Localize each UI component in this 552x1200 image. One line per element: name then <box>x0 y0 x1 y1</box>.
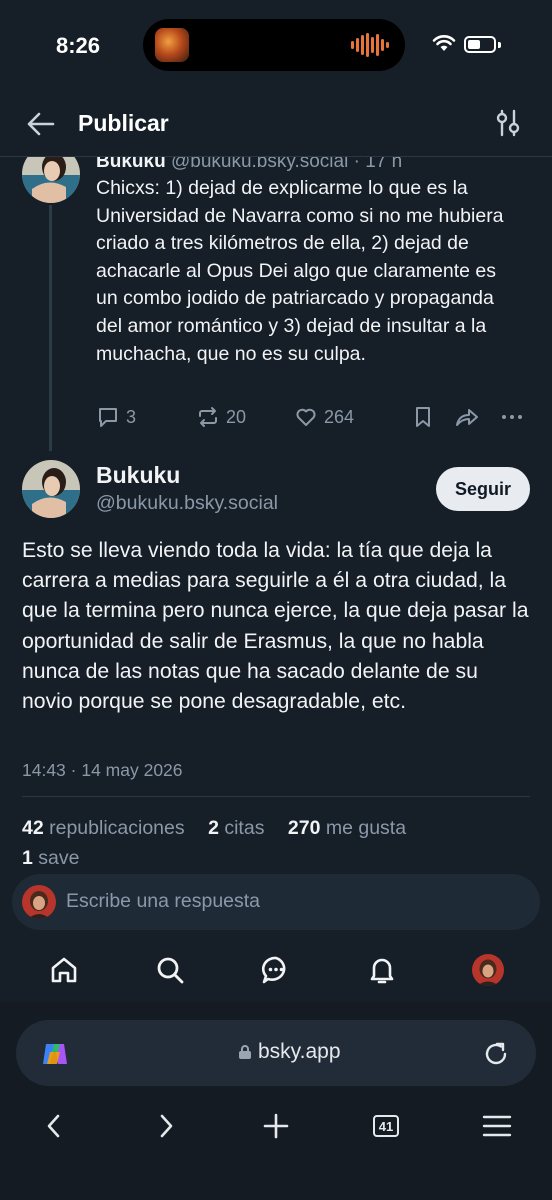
now-playing-app-icon <box>155 28 189 62</box>
app-header: Publicar <box>0 92 552 156</box>
avatar[interactable] <box>22 157 80 203</box>
author-handle[interactable]: @bukuku.bsky.social <box>96 492 278 515</box>
avatar <box>472 954 504 986</box>
browser-forward-button[interactable] <box>146 1106 186 1146</box>
post-actions: 3 20 264 <box>96 405 526 435</box>
bookmark-button[interactable] <box>412 405 434 429</box>
browser-chrome: bsky.app 41 <box>0 1002 552 1200</box>
dynamic-island[interactable] <box>143 19 405 71</box>
post-divider <box>22 796 530 797</box>
back-arrow-icon[interactable] <box>26 110 56 138</box>
browser-menu-button[interactable] <box>477 1106 517 1146</box>
status-bar: 8:26 <box>0 0 552 92</box>
copilot-icon[interactable] <box>40 1040 70 1068</box>
author-name[interactable]: Bukuku <box>96 157 166 172</box>
reposts-label: republicaciones <box>49 817 185 839</box>
chat-icon <box>261 956 286 984</box>
nav-profile[interactable] <box>468 950 508 990</box>
battery-icon <box>464 36 496 53</box>
chevron-left-icon <box>47 1114 60 1138</box>
post-stats: 42 republicaciones 2 citas 270 me gusta … <box>22 813 424 873</box>
home-icon <box>51 957 77 983</box>
reply-count: 3 <box>126 406 137 427</box>
nav-chat[interactable] <box>256 950 296 990</box>
browser-back-button[interactable] <box>34 1106 74 1146</box>
more-button[interactable] <box>500 405 524 429</box>
page-title: Publicar <box>78 110 169 136</box>
search-icon <box>157 957 184 984</box>
follow-button[interactable]: Seguir <box>436 467 530 511</box>
like-button[interactable]: 264 <box>294 405 354 429</box>
nav-search[interactable] <box>150 950 190 990</box>
status-time: 8:26 <box>56 33 101 58</box>
post-timestamp: 14:43 · 14 may 2026 <box>22 760 183 780</box>
share-icon <box>456 409 478 426</box>
reply-input[interactable]: Escribe una respuesta <box>66 890 260 913</box>
author-name[interactable]: Bukuku <box>96 462 180 489</box>
url-text: bsky.app <box>258 1040 341 1063</box>
reply-button[interactable]: 3 <box>96 405 136 429</box>
reposts-count: 42 <box>22 817 44 839</box>
audio-waveform-icon <box>351 33 389 57</box>
bell-icon <box>370 958 394 984</box>
bookmark-icon <box>416 407 430 427</box>
thread-line <box>49 205 52 451</box>
reply-icon <box>99 408 117 427</box>
parent-post[interactable]: Bukuku @bukuku.bsky.social · 17 h Chicxs… <box>0 157 552 453</box>
repost-button[interactable]: 20 <box>196 405 246 429</box>
post-text: Chicxs: 1) dejad de explicarme lo que es… <box>96 177 504 365</box>
tabs-button[interactable]: 41 <box>366 1106 406 1146</box>
avatar <box>22 885 56 919</box>
likes-label: me gusta <box>325 817 407 839</box>
wifi-icon <box>432 35 456 51</box>
parent-post-meta: Bukuku @bukuku.bsky.social · 17 h <box>96 157 402 173</box>
url-display[interactable]: bsky.app <box>238 1040 341 1064</box>
nav-notifications[interactable] <box>362 950 402 990</box>
reposts-stat[interactable]: 42 republicaciones <box>22 817 185 839</box>
tab-count: 41 <box>373 1115 399 1137</box>
quotes-stat[interactable]: 2 citas <box>208 817 264 839</box>
bottom-nav <box>0 940 552 1002</box>
reload-icon[interactable] <box>482 1040 510 1068</box>
lock-icon <box>239 1045 251 1059</box>
nav-home[interactable] <box>44 950 84 990</box>
likes-count: 270 <box>287 817 321 839</box>
sliders-icon[interactable] <box>494 108 522 138</box>
new-tab-button[interactable] <box>256 1106 296 1146</box>
more-icon <box>502 415 522 419</box>
quotes-label: citas <box>224 817 265 839</box>
menu-icon <box>482 1115 512 1137</box>
address-bar[interactable]: bsky.app <box>16 1020 536 1086</box>
author-handle[interactable]: @bukuku.bsky.social <box>171 157 348 172</box>
avatar[interactable] <box>22 460 80 518</box>
like-count: 264 <box>324 406 355 427</box>
post-date: · 17 h <box>353 157 403 172</box>
share-button[interactable] <box>454 405 480 429</box>
saves-stat: 1 save <box>22 847 79 869</box>
repost-icon <box>199 407 217 427</box>
reply-composer[interactable]: Escribe una respuesta <box>12 874 540 930</box>
saves-label: save <box>38 847 80 869</box>
battery-cap <box>498 42 501 48</box>
chevron-right-icon <box>160 1114 173 1138</box>
quotes-count: 2 <box>208 817 219 839</box>
post-text: Esto se lleva viendo toda la vida: la tí… <box>22 539 529 714</box>
plus-icon <box>263 1113 289 1139</box>
heart-icon <box>296 408 316 426</box>
repost-count: 20 <box>226 406 247 427</box>
saves-count: 1 <box>22 847 33 869</box>
likes-stat[interactable]: 270 me gusta <box>288 817 406 839</box>
